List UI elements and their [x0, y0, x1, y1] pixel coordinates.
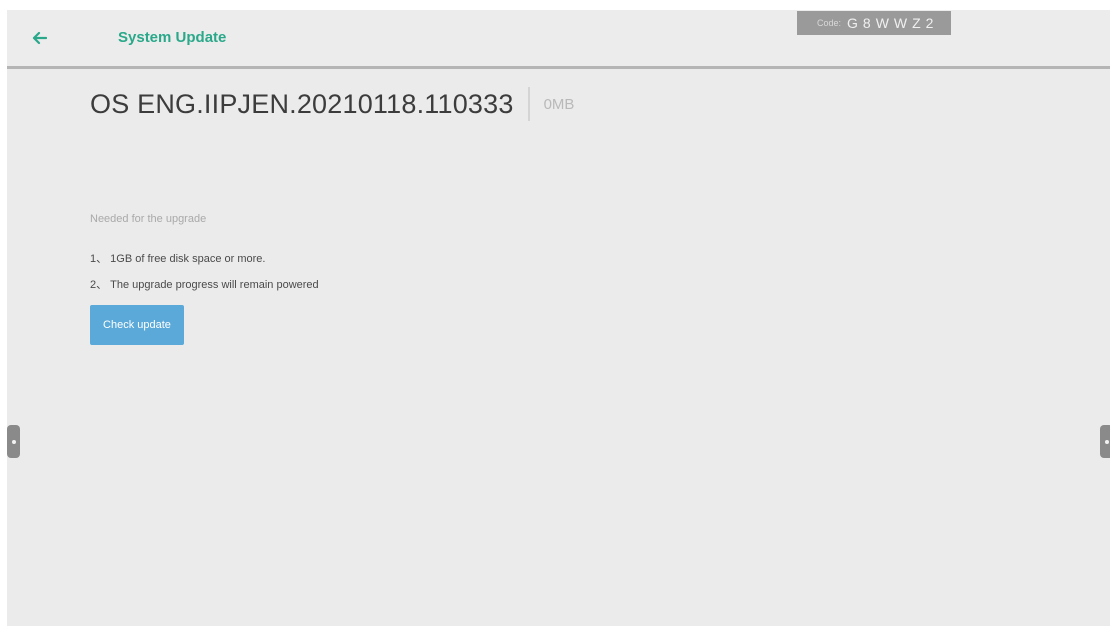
- page-title: System Update: [118, 29, 227, 46]
- system-update-screen: System Update Code: G8WWZ2 OS ENG.IIPJEN…: [7, 10, 1110, 626]
- version-size: 0MB: [543, 95, 575, 113]
- arrow-left-icon: [32, 31, 47, 45]
- requirement-item: 2、 The upgrade progress will remain powe…: [90, 279, 319, 291]
- code-label: Code:: [817, 18, 842, 28]
- check-update-button[interactable]: Check update: [90, 305, 184, 345]
- handle-right-icon: [1104, 439, 1109, 444]
- code-badge: Code: G8WWZ2: [797, 11, 951, 35]
- version-row: OS ENG.IIPJEN.20210118.110333 0MB: [90, 87, 574, 121]
- requirement-item: 1、 1GB of free disk space or more.: [90, 253, 266, 265]
- version-divider: [527, 87, 530, 121]
- top-bar: System Update Code: G8WWZ2: [7, 10, 1110, 69]
- handle-left-icon: [11, 439, 16, 444]
- code-value: G8WWZ2: [847, 15, 939, 31]
- right-edge-handle[interactable]: [1100, 425, 1110, 458]
- requirements-title: Needed for the upgrade: [90, 213, 207, 225]
- back-button[interactable]: [25, 24, 53, 52]
- left-edge-handle[interactable]: [7, 425, 20, 458]
- version-name: OS ENG.IIPJEN.20210118.110333: [90, 88, 514, 119]
